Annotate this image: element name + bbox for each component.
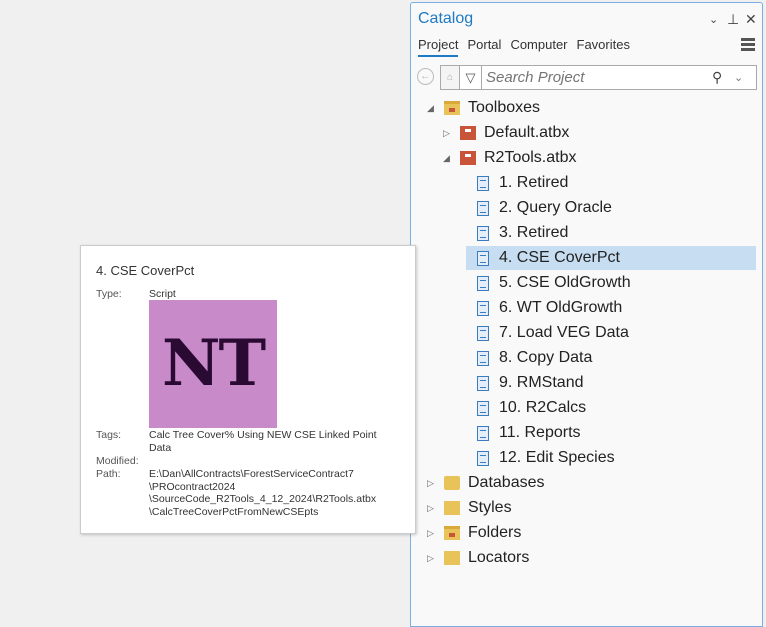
tags-value: Calc Tree Cover% Using NEW CSE Linked Po… [149, 429, 377, 454]
script-icon [477, 450, 489, 466]
path-line: \SourceCode_R2Tools_4_12_2024\R2Tools.at… [149, 493, 377, 505]
tree-item[interactable]: ◢ Toolboxes [427, 96, 711, 120]
tree-item-label: 1. Retired [499, 174, 569, 191]
item-tooltip: 4. CSE CoverPct Type: Script NT Tags: Ca… [80, 245, 416, 534]
tree-item[interactable]: 1. Retired [477, 171, 711, 195]
script-icon [477, 250, 489, 266]
toolbox-icon [460, 126, 476, 140]
tree-item[interactable]: 4. CSE CoverPct [466, 246, 756, 270]
script-icon [477, 200, 489, 216]
tree-item-label: 4. CSE CoverPct [499, 249, 620, 266]
tree-item[interactable]: 11. Reports [477, 421, 711, 445]
script-icon [477, 300, 489, 316]
script-icon [477, 175, 489, 191]
tree-item[interactable]: 10. R2Calcs [477, 396, 711, 420]
tab-computer[interactable]: Computer [510, 37, 567, 57]
locator-icon [444, 551, 460, 565]
back-icon[interactable]: ← [417, 68, 434, 85]
tree-item-label: Databases [468, 474, 545, 491]
menu-icon[interactable] [741, 38, 755, 53]
filter-icon[interactable]: ▽ [460, 66, 482, 89]
tree-item-label: 7. Load VEG Data [499, 324, 629, 341]
tree-item-label: 3. Retired [499, 224, 569, 241]
tree-item[interactable]: ▷ Folders [427, 521, 711, 545]
tree-item-label: 6. WT OldGrowth [499, 299, 623, 316]
tree-item-label: 5. CSE OldGrowth [499, 274, 631, 291]
tree-item[interactable]: ▷ Databases [427, 471, 711, 495]
tree-item-label: 12. Edit Species [499, 449, 615, 466]
tree-item[interactable]: 12. Edit Species [477, 446, 711, 470]
tree-item[interactable]: 3. Retired [477, 221, 711, 245]
tree-item-label: Locators [468, 549, 530, 566]
close-icon[interactable]: ✕ [745, 11, 757, 28]
tree-item-label: 11. Reports [499, 424, 581, 441]
tree-item[interactable]: ▷ Default.atbx [443, 121, 711, 145]
script-icon [477, 325, 489, 341]
script-icon [477, 225, 489, 241]
tree-item-label: Toolboxes [468, 99, 541, 116]
search-icon[interactable]: ⚲ [712, 69, 734, 86]
folder-icon [444, 101, 460, 115]
tab-project[interactable]: Project [418, 37, 459, 57]
search-bar: ⌂ ▽ ⚲ ⌄ [440, 65, 757, 90]
tree-item-label: Default.atbx [484, 124, 570, 141]
type-value: Script [149, 288, 176, 300]
home-icon[interactable]: ⌂ [441, 66, 460, 89]
tree-item-label: 10. R2Calcs [499, 399, 587, 416]
tab-portal[interactable]: Portal [467, 37, 501, 57]
tree-item[interactable]: 2. Query Oracle [477, 196, 711, 220]
script-icon [477, 400, 489, 416]
tags-label: Tags: [96, 429, 122, 441]
expand-icon[interactable]: ▷ [427, 503, 437, 514]
tree-item-label: Folders [468, 524, 522, 541]
catalog-title: Catalog [418, 10, 474, 27]
folder-icon [444, 526, 460, 540]
tree-item[interactable]: ◢ R2Tools.atbx [443, 146, 711, 170]
tree-item[interactable]: ▷ Locators [427, 546, 711, 570]
expand-icon[interactable]: ▷ [427, 528, 437, 539]
tree-item-label: 9. RMStand [499, 374, 584, 391]
expand-icon[interactable]: ▷ [443, 128, 453, 139]
path-label: Path: [96, 468, 121, 480]
tree-item[interactable]: 6. WT OldGrowth [477, 296, 711, 320]
tree-item-label: Styles [468, 499, 512, 516]
toolbox-icon [460, 151, 476, 165]
tool-thumbnail: NT [149, 300, 277, 428]
tree-item[interactable]: 9. RMStand [477, 371, 711, 395]
expand-icon[interactable]: ▷ [427, 553, 437, 564]
tree-item[interactable]: 8. Copy Data [477, 346, 711, 370]
tree-item[interactable]: ▷ Styles [427, 496, 711, 520]
tree-item-label: 8. Copy Data [499, 349, 593, 366]
tree-item[interactable]: 7. Load VEG Data [477, 321, 711, 345]
script-icon [477, 425, 489, 441]
script-icon [477, 375, 489, 391]
catalog-tabs: Project Portal Computer Favorites [418, 37, 630, 57]
tooltip-title: 4. CSE CoverPct [96, 263, 195, 278]
collapse-icon[interactable]: ◢ [427, 103, 437, 114]
style-icon [444, 501, 460, 515]
modified-label: Modified: [96, 455, 139, 467]
path-value: E:\Dan\AllContracts\ForestServiceContrac… [149, 468, 409, 518]
tree-item-label: 2. Query Oracle [499, 199, 612, 216]
script-icon [477, 350, 489, 366]
tree-item-label: R2Tools.atbx [484, 149, 577, 166]
search-options-chevron-icon[interactable]: ⌄ [734, 71, 756, 84]
collapse-icon[interactable]: ◢ [443, 153, 453, 164]
pin-icon[interactable]: ⊥ [727, 11, 739, 28]
path-line: \CalcTreeCoverPctFromNewCSEpts [149, 505, 319, 518]
script-icon [477, 275, 489, 291]
options-chevron-icon[interactable]: ⌄ [709, 13, 718, 26]
type-label: Type: [96, 288, 122, 300]
path-line: \PROcontract2024 [149, 480, 236, 493]
catalog-pane: Catalog ⌄ ⊥ ✕ Project Portal Computer Fa… [410, 2, 763, 627]
expand-icon[interactable]: ▷ [427, 478, 437, 489]
tree-item[interactable]: 5. CSE OldGrowth [477, 271, 711, 295]
path-line: E:\Dan\AllContracts\ForestServiceContrac… [149, 468, 354, 480]
database-icon [444, 476, 460, 490]
search-input[interactable] [482, 69, 712, 86]
tab-favorites[interactable]: Favorites [577, 37, 630, 57]
